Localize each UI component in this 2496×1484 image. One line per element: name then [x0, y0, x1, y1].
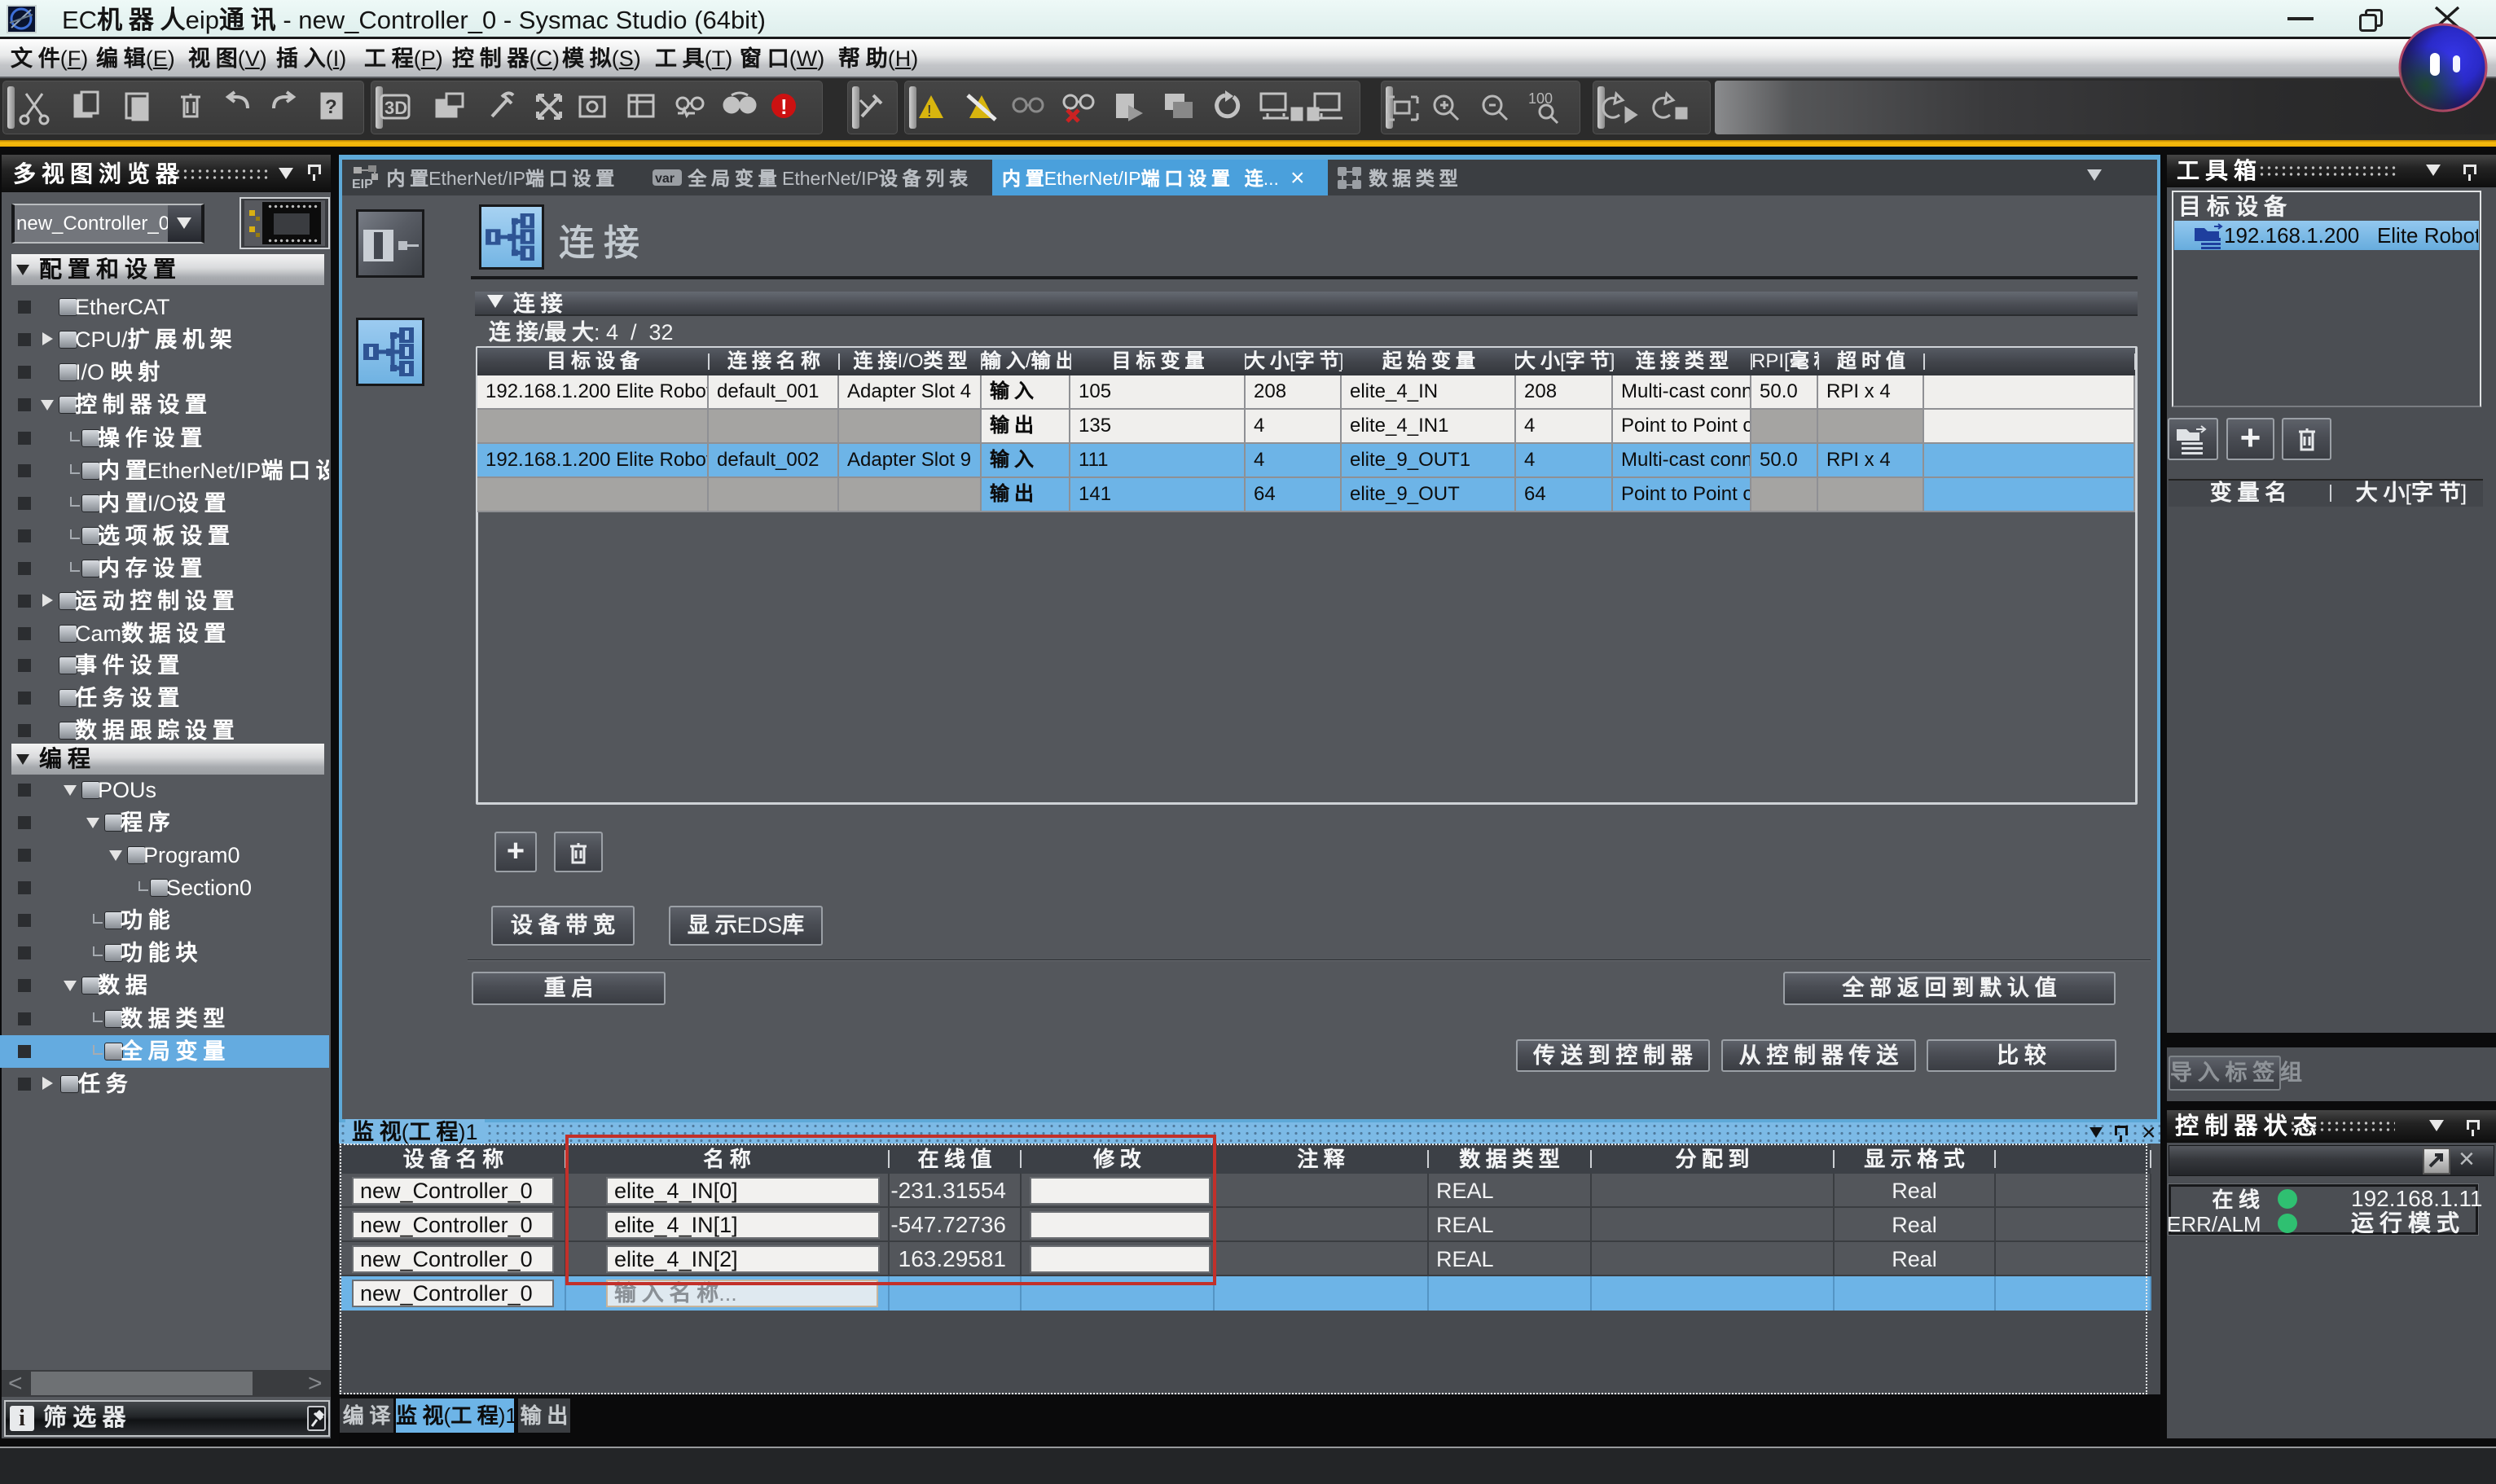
svg-text:!: ! [780, 94, 788, 119]
svg-text:EIP: EIP [352, 178, 373, 190]
svg-text:var: var [655, 172, 675, 186]
svg-text:3D: 3D [385, 98, 407, 118]
svg-text:!: ! [927, 103, 932, 121]
svg-text:100: 100 [1528, 90, 1553, 107]
svg-text:?: ? [325, 96, 337, 118]
